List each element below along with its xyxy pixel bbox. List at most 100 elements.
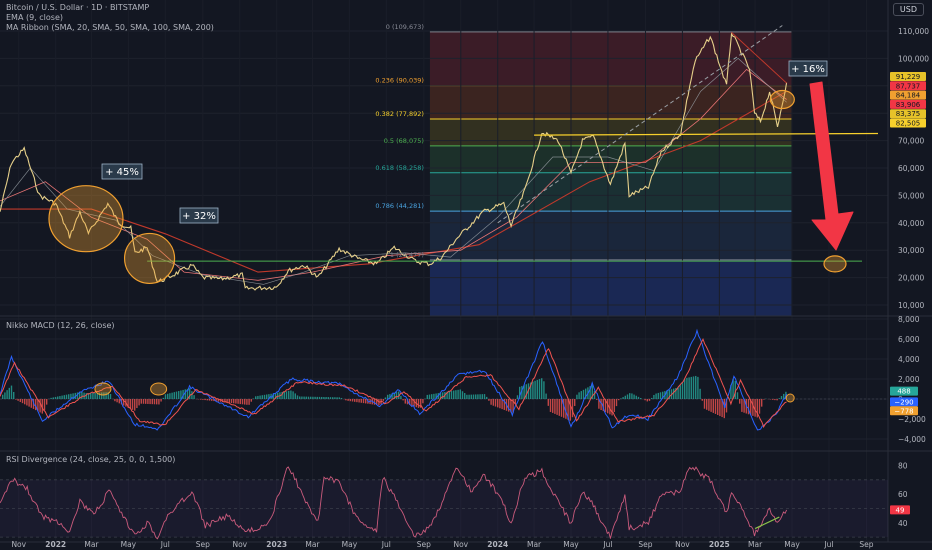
macd-histogram-bar	[241, 399, 244, 405]
macd-histogram-bar	[4, 392, 6, 399]
macd-histogram-bar	[772, 399, 774, 400]
macd-histogram-bar	[235, 399, 237, 404]
macd-histogram-bar	[305, 396, 307, 399]
time-axis-label: Nov	[675, 540, 690, 549]
macd-histogram-bar	[39, 399, 41, 413]
macd-histogram-bar	[461, 391, 464, 399]
fib-band	[429, 211, 792, 260]
macd-histogram-bar	[134, 399, 136, 411]
time-axis-label: Mar	[84, 540, 99, 549]
price-axis-label: 10,000	[898, 301, 924, 310]
macd-histogram-bar	[290, 390, 292, 399]
fib-band-extension	[429, 259, 792, 316]
macd-histogram-bar	[714, 399, 717, 414]
macd-histogram-bar	[50, 397, 52, 399]
macd-histogram-bar	[323, 397, 325, 399]
macd-histogram-bar	[486, 396, 488, 399]
macd-histogram-bar	[710, 399, 712, 412]
macd-histogram-bar	[299, 396, 301, 399]
macd-histogram-bar	[580, 391, 582, 399]
fib-level-label: 0.786 (44,281)	[375, 202, 424, 210]
gain-label: + 32%	[182, 211, 216, 222]
macd-histogram-bar	[211, 399, 213, 401]
macd-histogram-bar	[109, 393, 112, 399]
macd-histogram-bar	[681, 382, 684, 399]
macd-histogram-bar	[332, 397, 334, 399]
macd-axis-label: 8,000	[898, 315, 920, 324]
macd-histogram-bar	[574, 399, 576, 406]
macd-tag: 488	[897, 388, 910, 396]
macd-histogram-bar	[63, 395, 65, 399]
macd-signal-line	[0, 337, 787, 429]
macd-axis-label: 2,000	[898, 375, 920, 384]
macd-histogram-bar	[54, 396, 57, 399]
macd-histogram-bar	[497, 399, 499, 408]
rsi-title[interactable]: RSI Divergence (24, close, 25, 0, 0, 1,5…	[6, 455, 175, 464]
macd-axis-label: 6,000	[898, 335, 920, 344]
macd-histogram-bar	[618, 399, 620, 401]
macd-histogram-bar	[739, 399, 741, 404]
macd-histogram-bar	[624, 395, 626, 399]
macd-histogram-bar	[316, 396, 318, 399]
time-axis-label: 2024	[487, 540, 508, 549]
macd-histogram-bar	[118, 399, 120, 404]
chart-canvas[interactable]: + 45% + 32% + 16% 0 (109,673) 0.236 (90,039…	[0, 0, 932, 550]
time-axis-label: Sep	[417, 540, 431, 549]
macd-histogram-bar	[362, 399, 365, 404]
price-tag: 91,229	[896, 73, 921, 81]
macd-histogram-bar	[534, 380, 536, 399]
macd-histogram-bar	[8, 387, 10, 399]
macd-histogram-bar	[147, 399, 149, 404]
macd-histogram-bar	[237, 399, 239, 404]
macd-histogram-bar	[431, 394, 433, 399]
time-axis-label: May	[784, 540, 800, 549]
macd-histogram-bar	[59, 396, 61, 399]
macd-histogram-bar	[263, 394, 266, 399]
macd-histogram-bar	[455, 390, 457, 399]
fib-level-label: 0 (109,673)	[386, 23, 424, 31]
macd-histogram-bar	[327, 397, 329, 399]
time-axis-label: Sep	[638, 540, 652, 549]
macd-tag: −290	[894, 398, 913, 406]
ema-legend[interactable]: EMA (9, close)	[6, 13, 63, 22]
price-axis-label: 60,000	[898, 164, 924, 173]
macd-histogram-bar	[717, 399, 719, 416]
macd-histogram-bar	[360, 399, 362, 403]
macd-histogram-bar	[688, 377, 690, 399]
macd-histogram-bar	[13, 391, 15, 399]
macd-histogram-bar	[706, 399, 708, 410]
macd-histogram-bar	[774, 399, 776, 401]
currency-button[interactable]: USD	[892, 3, 924, 16]
ma-ribbon-legend[interactable]: MA Ribbon (SMA, 20, SMA, 50, SMA, 100, S…	[6, 23, 214, 32]
macd-histogram-bar	[340, 397, 343, 399]
macd-histogram-bar	[578, 392, 580, 399]
macd-histogram-bar	[6, 390, 8, 399]
macd-histogram-bar	[162, 397, 164, 399]
macd-histogram-bar	[142, 399, 145, 404]
macd-histogram-bar	[741, 399, 743, 412]
price-axis-label: 30,000	[898, 246, 924, 255]
macd-histogram-bar	[516, 395, 519, 399]
macd-histogram-bar	[156, 399, 158, 405]
macd-histogram-bar	[233, 399, 235, 404]
fib-level-label: 0.618 (58,258)	[375, 164, 424, 172]
macd-axis-label: −4,000	[898, 435, 926, 444]
time-axis-label: May	[121, 540, 137, 549]
macd-histogram-bar	[596, 399, 598, 400]
macd-histogram-bar	[679, 385, 681, 399]
time-axis-label: 2025	[709, 540, 730, 549]
macd-histogram-bar	[457, 389, 459, 399]
macd-histogram-bar	[701, 399, 703, 401]
macd-histogram-bar	[736, 392, 739, 399]
macd-histogram-bar	[690, 376, 692, 399]
macd-histogram-bar	[620, 398, 622, 399]
macd-histogram-bar	[600, 399, 602, 410]
price-tag: 83,906	[896, 101, 921, 109]
fib-band	[429, 172, 792, 212]
macd-histogram-bar	[648, 399, 651, 401]
macd-title[interactable]: Nikko MACD (12, 26, close)	[6, 321, 115, 330]
macd-histogram-bar	[230, 399, 233, 404]
macd-histogram-bar	[167, 393, 169, 399]
down-arrow	[809, 81, 854, 251]
macd-histogram-bar	[569, 399, 571, 421]
